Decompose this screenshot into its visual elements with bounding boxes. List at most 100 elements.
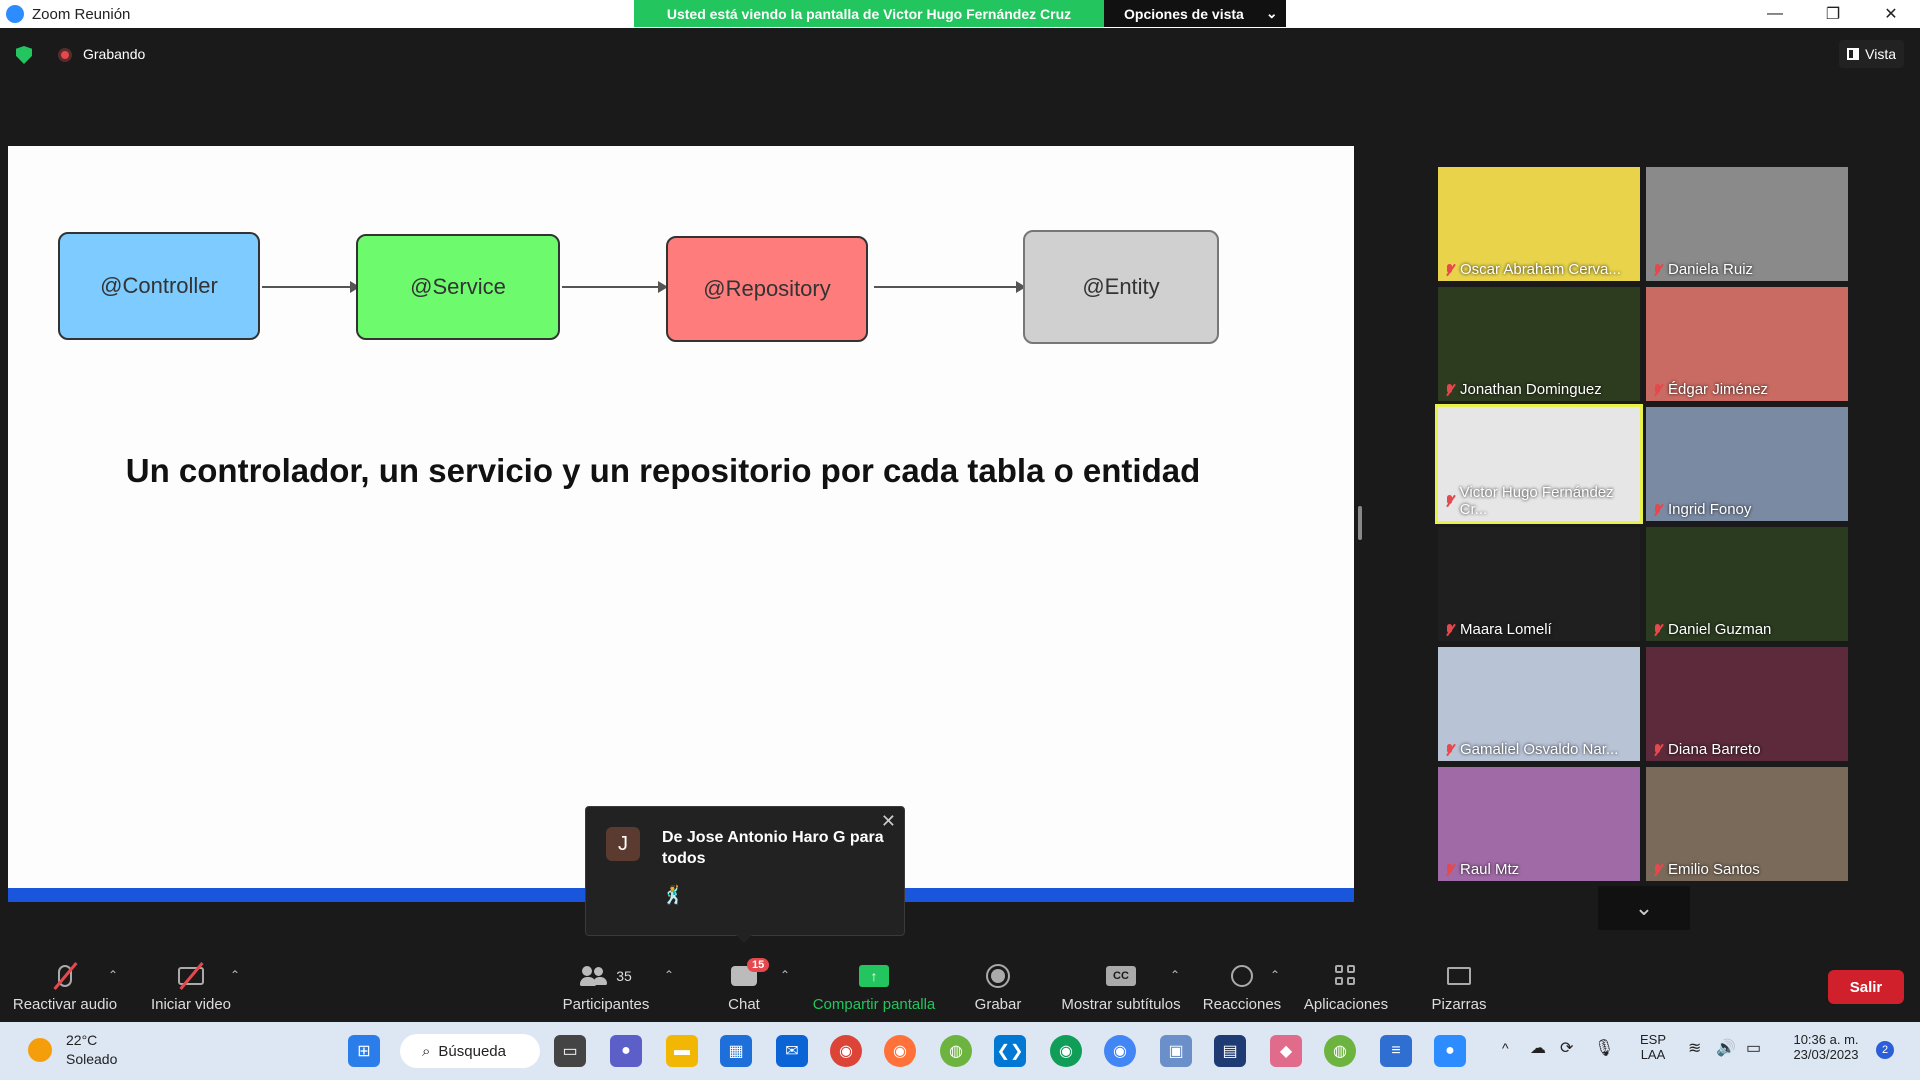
- file-explorer-icon[interactable]: ▬: [666, 1035, 698, 1067]
- participants-button[interactable]: 35 Participantes: [560, 948, 652, 1022]
- vscode-icon[interactable]: ❮❯: [994, 1035, 1026, 1067]
- start-video-button[interactable]: Iniciar video: [146, 948, 236, 1022]
- meeting-status-bar: Grabando Vista: [0, 28, 1920, 80]
- participant-tile[interactable]: Daniela Ruiz: [1646, 167, 1848, 281]
- teams-icon[interactable]: ●: [610, 1035, 642, 1067]
- participant-tile[interactable]: Édgar Jiménez: [1646, 287, 1848, 401]
- chrome-profile-icon[interactable]: ◉: [1050, 1035, 1082, 1067]
- participant-tile[interactable]: Raul Mtz: [1438, 767, 1640, 881]
- notification-badge[interactable]: 2: [1876, 1041, 1894, 1059]
- search-label: Búsqueda: [438, 1042, 506, 1060]
- grid-icon: [1847, 48, 1860, 60]
- volume-icon[interactable]: 🔊: [1716, 1038, 1736, 1058]
- minimize-button[interactable]: —: [1746, 0, 1804, 28]
- participant-tile[interactable]: Jonathan Dominguez: [1438, 287, 1640, 401]
- gallery-next-button[interactable]: ⌄: [1598, 886, 1690, 930]
- weather-sun-icon[interactable]: [28, 1038, 52, 1062]
- microphone-muted-icon: [1652, 503, 1664, 517]
- view-button[interactable]: Vista: [1839, 40, 1904, 68]
- close-button[interactable]: ✕: [1862, 0, 1920, 28]
- close-icon[interactable]: ✕: [881, 811, 896, 832]
- participant-name: Daniela Ruiz: [1652, 261, 1753, 278]
- taskbar-search[interactable]: ⌕ Búsqueda: [400, 1034, 540, 1068]
- share-screen-label: Compartir pantalla: [812, 996, 936, 1013]
- participant-tile[interactable]: Ingrid Fonoy: [1646, 407, 1848, 521]
- share-banner: Usted está viendo la pantalla de Victor …: [634, 0, 1286, 27]
- restore-button[interactable]: ❐: [1804, 0, 1862, 28]
- participant-tile[interactable]: Gamaliel Osvaldo Nar...: [1438, 647, 1640, 761]
- view-label: Vista: [1865, 46, 1896, 62]
- apps-button[interactable]: Aplicaciones: [1300, 948, 1392, 1022]
- participant-tile[interactable]: Diana Barreto: [1646, 647, 1848, 761]
- windows-start-icon[interactable]: ⊞: [348, 1035, 380, 1067]
- audio-options-caret[interactable]: ⌃: [108, 968, 118, 982]
- spring-tools-icon[interactable]: ◍: [940, 1035, 972, 1067]
- sync-icon[interactable]: ⟳: [1560, 1038, 1573, 1058]
- recording-label: Grabando: [83, 46, 146, 62]
- microphone-muted-icon: [1444, 494, 1456, 508]
- reactions-options-caret[interactable]: ⌃: [1270, 968, 1280, 982]
- tray-overflow-icon[interactable]: ^: [1502, 1040, 1509, 1056]
- microphone-tray-icon[interactable]: 🎙: [1594, 1038, 1614, 1058]
- weather-condition[interactable]: Soleado: [66, 1051, 117, 1067]
- chrome-profile-2-icon[interactable]: ◉: [1104, 1035, 1136, 1067]
- battery-icon[interactable]: ▭: [1746, 1038, 1761, 1058]
- wifi-icon[interactable]: ≋: [1688, 1038, 1701, 1058]
- chat-options-caret[interactable]: ⌃: [780, 968, 790, 982]
- chat-icon: 15: [731, 958, 770, 986]
- terminal-icon[interactable]: ▤: [1214, 1035, 1246, 1067]
- firefox-icon[interactable]: ◉: [884, 1035, 916, 1067]
- clock-time: 10:36 a. m.: [1793, 1032, 1859, 1047]
- participant-tile[interactable]: Emilio Santos: [1646, 767, 1848, 881]
- share-screen-icon: ↑: [859, 965, 889, 987]
- resize-handle[interactable]: [1358, 506, 1362, 540]
- captions-button[interactable]: CC Mostrar subtítulos: [1058, 948, 1184, 1022]
- microphone-muted-icon: [1444, 623, 1456, 637]
- video-options-caret[interactable]: ⌃: [230, 968, 240, 982]
- task-view-icon[interactable]: ▭: [554, 1035, 586, 1067]
- recording-icon: [58, 48, 72, 62]
- zoom-taskbar-icon[interactable]: ●: [1434, 1035, 1466, 1067]
- participant-tile[interactable]: Oscar Abraham Cerva...: [1438, 167, 1640, 281]
- app-diamond-icon[interactable]: ◆: [1270, 1035, 1302, 1067]
- chat-notification[interactable]: J De Jose Antonio Haro G para todos ✕ 🕺: [585, 806, 905, 943]
- participant-name: Daniel Guzman: [1652, 621, 1771, 638]
- participant-tile[interactable]: Maara Lomelí: [1438, 527, 1640, 641]
- participant-tile[interactable]: Victor Hugo Fernández Cr...: [1435, 404, 1643, 524]
- apps-label: Aplicaciones: [1303, 996, 1389, 1013]
- closed-captions-icon: CC: [1106, 966, 1136, 986]
- reactions-button[interactable]: Reacciones: [1202, 948, 1282, 1022]
- shield-icon[interactable]: [16, 46, 32, 64]
- arrow: [562, 281, 668, 293]
- chat-notification-title: De Jose Antonio Haro G para todos: [662, 829, 884, 867]
- participants-options-caret[interactable]: ⌃: [664, 968, 674, 982]
- chrome-icon[interactable]: ◉: [830, 1035, 862, 1067]
- clock[interactable]: 10:36 a. m. 23/03/2023: [1786, 1032, 1866, 1062]
- store-icon[interactable]: ▦: [720, 1035, 752, 1067]
- avatar: J: [606, 827, 640, 861]
- weather-temperature[interactable]: 22°C: [66, 1032, 97, 1048]
- start-video-label: Iniciar video: [150, 996, 232, 1013]
- image-viewer-icon[interactable]: ▣: [1160, 1035, 1192, 1067]
- captions-options-caret[interactable]: ⌃: [1170, 968, 1180, 982]
- language-indicator[interactable]: ESP LAA: [1638, 1032, 1668, 1062]
- leave-button[interactable]: Salir: [1828, 970, 1904, 1004]
- shared-screen: @Controller @Service @Repository @Entity…: [8, 146, 1354, 900]
- mail-icon[interactable]: ✉: [776, 1035, 808, 1067]
- spring-tools-2-icon[interactable]: ◍: [1324, 1035, 1356, 1067]
- unmute-button[interactable]: Reactivar audio: [12, 948, 118, 1022]
- participant-name: Jonathan Dominguez: [1444, 381, 1602, 398]
- chat-button[interactable]: 15 Chat: [716, 948, 772, 1022]
- language-code: ESP: [1639, 1032, 1666, 1047]
- search-icon: ⌕: [422, 1042, 431, 1060]
- reactions-label: Reacciones: [1202, 996, 1282, 1013]
- onedrive-icon[interactable]: ☁: [1530, 1038, 1546, 1058]
- notepad-icon[interactable]: ≡: [1380, 1035, 1412, 1067]
- whiteboards-button[interactable]: Pizarras: [1424, 948, 1494, 1022]
- meeting-toolbar: Reactivar audio ⌃ Iniciar video ⌃ 35 Par…: [0, 948, 1920, 1022]
- participant-name-text: Daniela Ruiz: [1668, 261, 1754, 278]
- view-options-button[interactable]: Opciones de vista ⌄: [1104, 0, 1286, 27]
- share-screen-button[interactable]: ↑ Compartir pantalla: [808, 948, 940, 1022]
- participant-tile[interactable]: Daniel Guzman: [1646, 527, 1848, 641]
- record-button[interactable]: Grabar: [970, 948, 1026, 1022]
